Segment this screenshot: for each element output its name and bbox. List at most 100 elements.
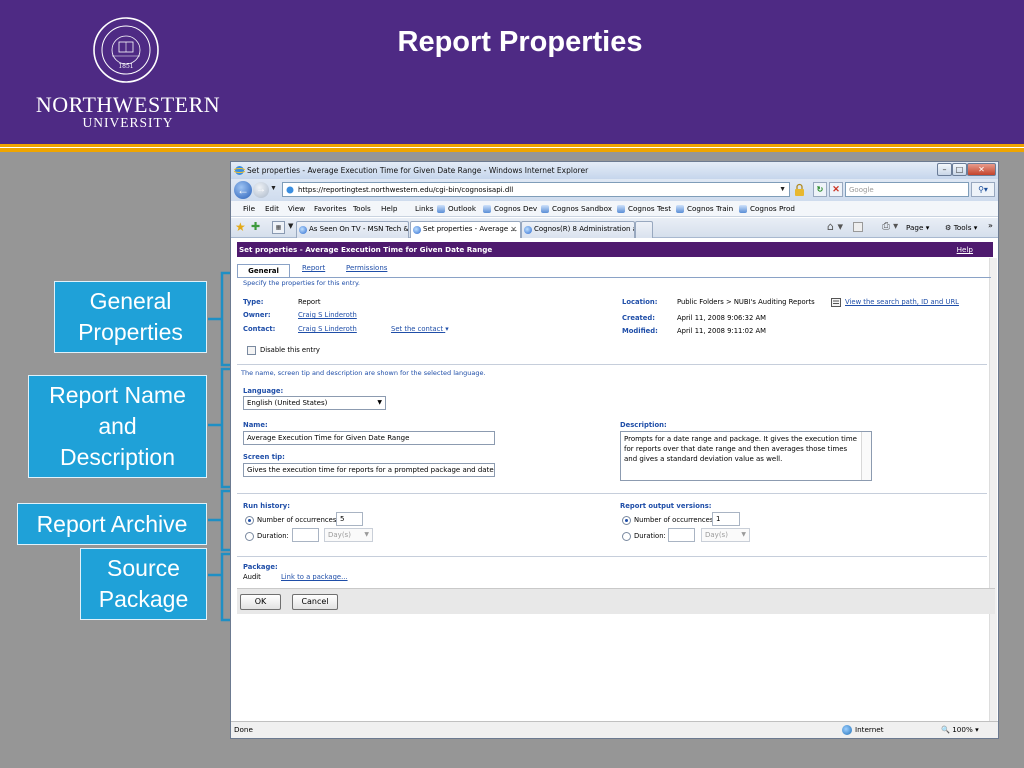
description-scrollbar[interactable]	[861, 432, 871, 480]
tools-menu-label: Tools	[953, 223, 972, 232]
status-bar: Done Internet 🔍 100% ▾	[231, 721, 998, 738]
language-select[interactable]: English (United States) ▼	[243, 396, 386, 410]
help-link[interactable]: Help	[957, 242, 973, 257]
zoom-control[interactable]: 🔍 100% ▾	[941, 722, 979, 738]
link-cognos-dev[interactable]: Cognos Dev	[483, 201, 537, 217]
more-chevron-icon[interactable]: »	[988, 216, 993, 235]
browser-window: Set properties - Average Execution Time …	[230, 161, 999, 739]
address-bar: ← → ▼ https://reportingtest.northwestern…	[231, 179, 998, 201]
close-button[interactable]: ✕	[967, 163, 996, 176]
ok-button[interactable]: OK	[240, 594, 281, 610]
disable-entry-label: Disable this entry	[260, 346, 320, 354]
link-to-package[interactable]: Link to a package...	[281, 573, 348, 581]
tab-label: Set properties - Average ...	[423, 225, 518, 233]
menu-help[interactable]: Help	[381, 201, 397, 217]
favorites-star-icon[interactable]: ★	[235, 220, 246, 234]
package-label: Package:	[243, 563, 278, 571]
out-duration-unit: Day(s)	[705, 531, 728, 539]
out-occurrences-input[interactable]: 1	[712, 512, 740, 526]
run-occurrences-input[interactable]: 5	[336, 512, 363, 526]
tab-close-icon[interactable]: ✕	[510, 222, 517, 237]
menu-bar: File Edit View Favorites Tools Help Link…	[231, 201, 998, 217]
owner-link[interactable]: Craig S Linderoth	[298, 311, 357, 319]
tab-list-dropdown-icon[interactable]: ▼	[288, 222, 293, 230]
search-path-link[interactable]: View the search path, ID and URL	[845, 298, 959, 306]
university-subtitle: UNIVERSITY	[82, 115, 174, 130]
tools-menu[interactable]: ⚙ Tools ▾	[945, 218, 977, 237]
out-duration-radio[interactable]	[622, 532, 631, 541]
link-cognos-prod[interactable]: Cognos Prod	[739, 201, 795, 217]
security-zone: Internet	[855, 725, 884, 734]
seal-year: 1851	[118, 63, 133, 70]
url-dropdown-icon[interactable]: ▼	[779, 183, 786, 197]
add-favorite-icon[interactable]: ✚	[251, 220, 260, 234]
run-duration-radio[interactable]	[245, 532, 254, 541]
type-value: Report	[298, 298, 321, 306]
tab-as-seen-on-tv[interactable]: As Seen On TV - MSN Tech &...	[296, 221, 409, 238]
search-icon[interactable]: ⚲▾	[971, 182, 995, 197]
maximize-button[interactable]: □	[952, 163, 967, 176]
menu-file[interactable]: File	[243, 201, 255, 217]
link-outlook[interactable]: Outlook	[437, 201, 476, 217]
callout-source-package: Source Package	[80, 548, 207, 620]
menu-edit[interactable]: Edit	[265, 201, 279, 217]
stop-icon[interactable]: ✕	[829, 182, 843, 197]
forward-arrow-icon[interactable]: →	[253, 182, 269, 198]
description-textarea[interactable]: Prompts for a date range and package. It…	[620, 431, 872, 481]
search-input[interactable]: Google	[845, 182, 969, 197]
run-duration-unit-select[interactable]: Day(s) ▼	[324, 528, 373, 542]
new-tab-button[interactable]	[635, 221, 653, 238]
out-duration-input[interactable]	[668, 528, 695, 542]
quick-tabs-icon[interactable]: ▦	[272, 221, 285, 234]
history-dropdown-icon[interactable]: ▼	[270, 185, 277, 192]
menu-view[interactable]: View	[288, 201, 305, 217]
package-value: Audit	[243, 573, 261, 581]
link-cognos-train[interactable]: Cognos Train	[676, 201, 733, 217]
type-label: Type:	[243, 298, 264, 306]
run-duration-input[interactable]	[292, 528, 319, 542]
zoom-level: 100%	[952, 725, 973, 734]
cancel-button[interactable]: Cancel	[292, 594, 338, 610]
globe-icon	[842, 725, 852, 735]
menu-tools[interactable]: Tools	[353, 201, 371, 217]
name-input[interactable]: Average Execution Time for Given Date Ra…	[243, 431, 495, 445]
screen-tip-input[interactable]: Gives the execution time for reports for…	[243, 463, 495, 477]
window-title: Set properties - Average Execution Time …	[247, 166, 589, 175]
tab-permissions[interactable]: Permissions	[346, 264, 387, 272]
page-scrollbar[interactable]	[989, 258, 997, 721]
out-duration-unit-select[interactable]: Day(s) ▼	[701, 528, 750, 542]
url-input[interactable]: https://reportingtest.northwestern.edu/c…	[282, 182, 790, 197]
owner-label: Owner:	[243, 311, 271, 319]
disable-entry-checkbox[interactable]	[247, 346, 256, 355]
callout-line: Report Name	[49, 382, 186, 408]
set-contact-link[interactable]: Set the contact ▾	[391, 325, 449, 333]
back-arrow-icon[interactable]: ←	[234, 181, 252, 199]
tab-report[interactable]: Report	[302, 264, 325, 272]
header-stripe	[0, 143, 1024, 152]
print-icon[interactable]: ⎙ ▾	[882, 220, 898, 234]
home-icon[interactable]: ⌂ ▾	[827, 220, 843, 234]
out-occurrences-radio[interactable]	[622, 516, 631, 525]
tab-general[interactable]: General	[237, 264, 290, 278]
tab-cognos-administration[interactable]: Cognos(R) 8 Administration a...	[521, 221, 635, 238]
link-cognos-test[interactable]: Cognos Test	[617, 201, 671, 217]
run-duration-label: Duration:	[257, 532, 289, 540]
set-contact-label: Set the contact	[391, 325, 444, 333]
link-cognos-sandbox[interactable]: Cognos Sandbox	[541, 201, 612, 217]
location-label: Location:	[622, 298, 658, 306]
feeds-icon[interactable]	[853, 222, 863, 232]
refresh-icon[interactable]: ↻	[813, 182, 827, 197]
callout-line: Source	[107, 555, 180, 581]
callout-line: General	[89, 288, 172, 314]
callout-general-properties: General Properties	[54, 281, 207, 353]
menu-favorites[interactable]: Favorites	[314, 201, 346, 217]
page-menu[interactable]: Page ▾	[906, 218, 929, 237]
contact-link[interactable]: Craig S Linderoth	[298, 325, 357, 333]
modified-label: Modified:	[622, 327, 658, 335]
lock-icon[interactable]	[794, 183, 805, 196]
minimize-button[interactable]: –	[937, 163, 952, 176]
university-seal-icon: 1851	[93, 17, 159, 83]
chevron-down-icon: ▼	[377, 399, 382, 406]
tab-set-properties[interactable]: Set properties - Average ... ✕	[410, 221, 521, 238]
run-occurrences-radio[interactable]	[245, 516, 254, 525]
